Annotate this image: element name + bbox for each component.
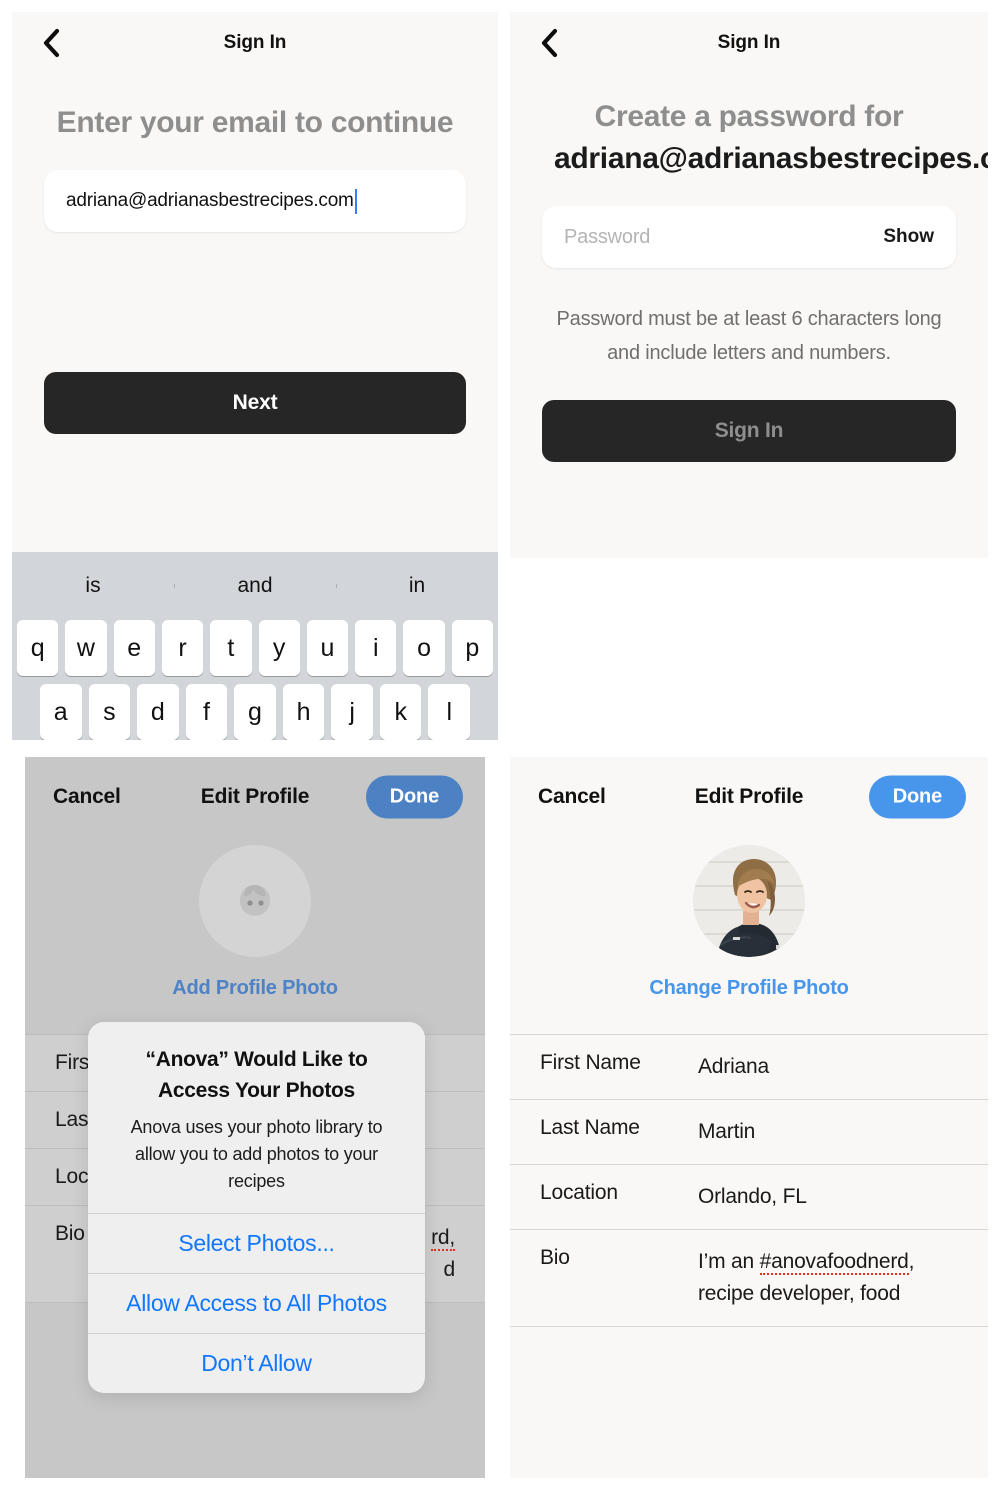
navigation-bar: Cancel Edit Profile Done <box>25 757 485 837</box>
avatar-section: Change Profile Photo <box>510 845 988 1000</box>
field-label: Location <box>540 1181 618 1204</box>
key[interactable]: t <box>210 620 252 676</box>
back-chevron-icon[interactable] <box>536 28 562 58</box>
bio-clipped-line-1: rd, <box>431 1226 455 1251</box>
key[interactable]: q <box>17 620 59 676</box>
on-screen-keyboard[interactable]: is and in q w e r t y u i o p a s d f g … <box>12 552 498 740</box>
suggestion-chip[interactable]: in <box>336 574 498 598</box>
avatar-section: Add Profile Photo <box>25 845 485 1000</box>
text-caret <box>354 188 357 214</box>
key[interactable]: y <box>258 620 300 676</box>
key[interactable]: w <box>65 620 107 676</box>
keyboard-suggestion-row: is and in <box>12 560 498 612</box>
screen-sign-in-password: Sign In Create a password for adriana@ad… <box>510 12 988 558</box>
keyboard-row-2: a s d f g h j k l <box>12 684 498 740</box>
password-input-placeholder: Password <box>564 225 651 248</box>
password-helper-text: Password must be at least 6 characters l… <box>556 308 942 364</box>
key[interactable]: s <box>88 684 131 740</box>
alert-message: Anova uses your photo library to allow y… <box>130 1117 383 1191</box>
profile-fields-list: First Name Adriana Last Name Martin Loca… <box>510 1034 988 1327</box>
suggestion-chip[interactable]: and <box>174 574 336 598</box>
show-password-button[interactable]: Show <box>883 226 934 248</box>
table-row[interactable]: First Name Adriana <box>510 1034 988 1099</box>
change-profile-photo-link[interactable]: Change Profile Photo <box>649 977 849 1000</box>
screen-edit-profile-filled: Cancel Edit Profile Done Change Profile … <box>510 757 988 1478</box>
field-label: First Name <box>540 1051 641 1074</box>
navigation-bar: Sign In <box>510 12 988 74</box>
page-title: Sign In <box>717 32 781 53</box>
key[interactable]: j <box>331 684 373 740</box>
email-input[interactable]: adriana@adrianasbestrecipes.com <box>44 170 466 232</box>
table-row[interactable]: Bio I’m an #anovafoodnerd, recipe develo… <box>510 1229 988 1327</box>
avatar[interactable] <box>693 845 805 957</box>
page-title: Edit Profile <box>200 785 310 808</box>
key[interactable]: p <box>451 620 493 676</box>
table-row[interactable]: Last Name Martin <box>510 1099 988 1164</box>
field-value: I’m an #anovafoodnerd, recipe developer,… <box>698 1246 958 1310</box>
key[interactable]: f <box>185 684 228 740</box>
select-photos-button[interactable]: Select Photos... <box>88 1213 425 1273</box>
field-label: Bio <box>540 1246 570 1269</box>
keyboard-row-1: q w e r t y u i o p <box>12 620 498 676</box>
cancel-button[interactable]: Cancel <box>53 785 121 809</box>
photo-permission-alert: “Anova” Would Like to Access Your Photos… <box>88 1022 425 1393</box>
table-row[interactable]: Location Orlando, FL <box>510 1164 988 1229</box>
key[interactable]: g <box>234 684 276 740</box>
done-button[interactable]: Done <box>868 775 966 819</box>
cancel-button[interactable]: Cancel <box>538 785 606 809</box>
add-profile-photo-link[interactable]: Add Profile Photo <box>172 977 338 1000</box>
field-label: Last Name <box>540 1116 640 1139</box>
password-headline: Create a password for adriana@adrianasbe… <box>554 96 988 180</box>
password-headline-email: adriana@adrianasbestrecipes.com <box>554 142 988 175</box>
key[interactable]: a <box>39 684 82 740</box>
password-headline-muted: Create a password for <box>594 100 904 133</box>
password-input[interactable]: Password Show <box>542 206 956 268</box>
done-button[interactable]: Done <box>365 775 463 819</box>
field-value: Martin <box>698 1120 756 1143</box>
key[interactable]: e <box>113 620 155 676</box>
alert-title: “Anova” Would Like to Access Your Photos <box>145 1048 368 1102</box>
navigation-bar: Sign In <box>12 12 498 74</box>
email-headline: Enter your email to continue <box>56 106 454 139</box>
key[interactable]: h <box>282 684 325 740</box>
navigation-bar: Cancel Edit Profile Done <box>510 757 988 837</box>
key[interactable]: k <box>379 684 422 740</box>
alert-body: “Anova” Would Like to Access Your Photos… <box>88 1022 425 1213</box>
screen-sign-in-email: Sign In Enter your email to continue adr… <box>12 12 498 740</box>
key[interactable]: i <box>355 620 397 676</box>
sign-in-button[interactable]: Sign In <box>542 400 956 462</box>
person-placeholder-icon[interactable] <box>199 845 311 957</box>
screen-edit-profile-permission: Cancel Edit Profile Done Add Profile Pho… <box>25 757 485 1478</box>
key[interactable]: l <box>428 684 471 740</box>
screenshot-grid: Sign In Enter your email to continue adr… <box>0 0 1000 1500</box>
field-value: Adriana <box>698 1055 769 1078</box>
suggestion-chip[interactable]: is <box>12 574 174 598</box>
key[interactable]: u <box>306 620 349 676</box>
dont-allow-button[interactable]: Don’t Allow <box>88 1333 425 1393</box>
key[interactable]: o <box>403 620 445 676</box>
page-title: Sign In <box>223 32 287 53</box>
back-chevron-icon[interactable] <box>38 28 64 58</box>
email-input-value: adriana@adrianasbestrecipes.com <box>66 190 354 211</box>
field-value: Orlando, FL <box>698 1185 807 1208</box>
key[interactable]: r <box>161 620 204 676</box>
next-button[interactable]: Next <box>44 372 466 434</box>
bio-hashtag: #anovafoodnerd <box>759 1250 909 1275</box>
page-title: Edit Profile <box>694 785 804 808</box>
bio-prefix: I’m an <box>698 1250 760 1273</box>
allow-all-photos-button[interactable]: Allow Access to All Photos <box>88 1273 425 1333</box>
key[interactable]: d <box>137 684 179 740</box>
